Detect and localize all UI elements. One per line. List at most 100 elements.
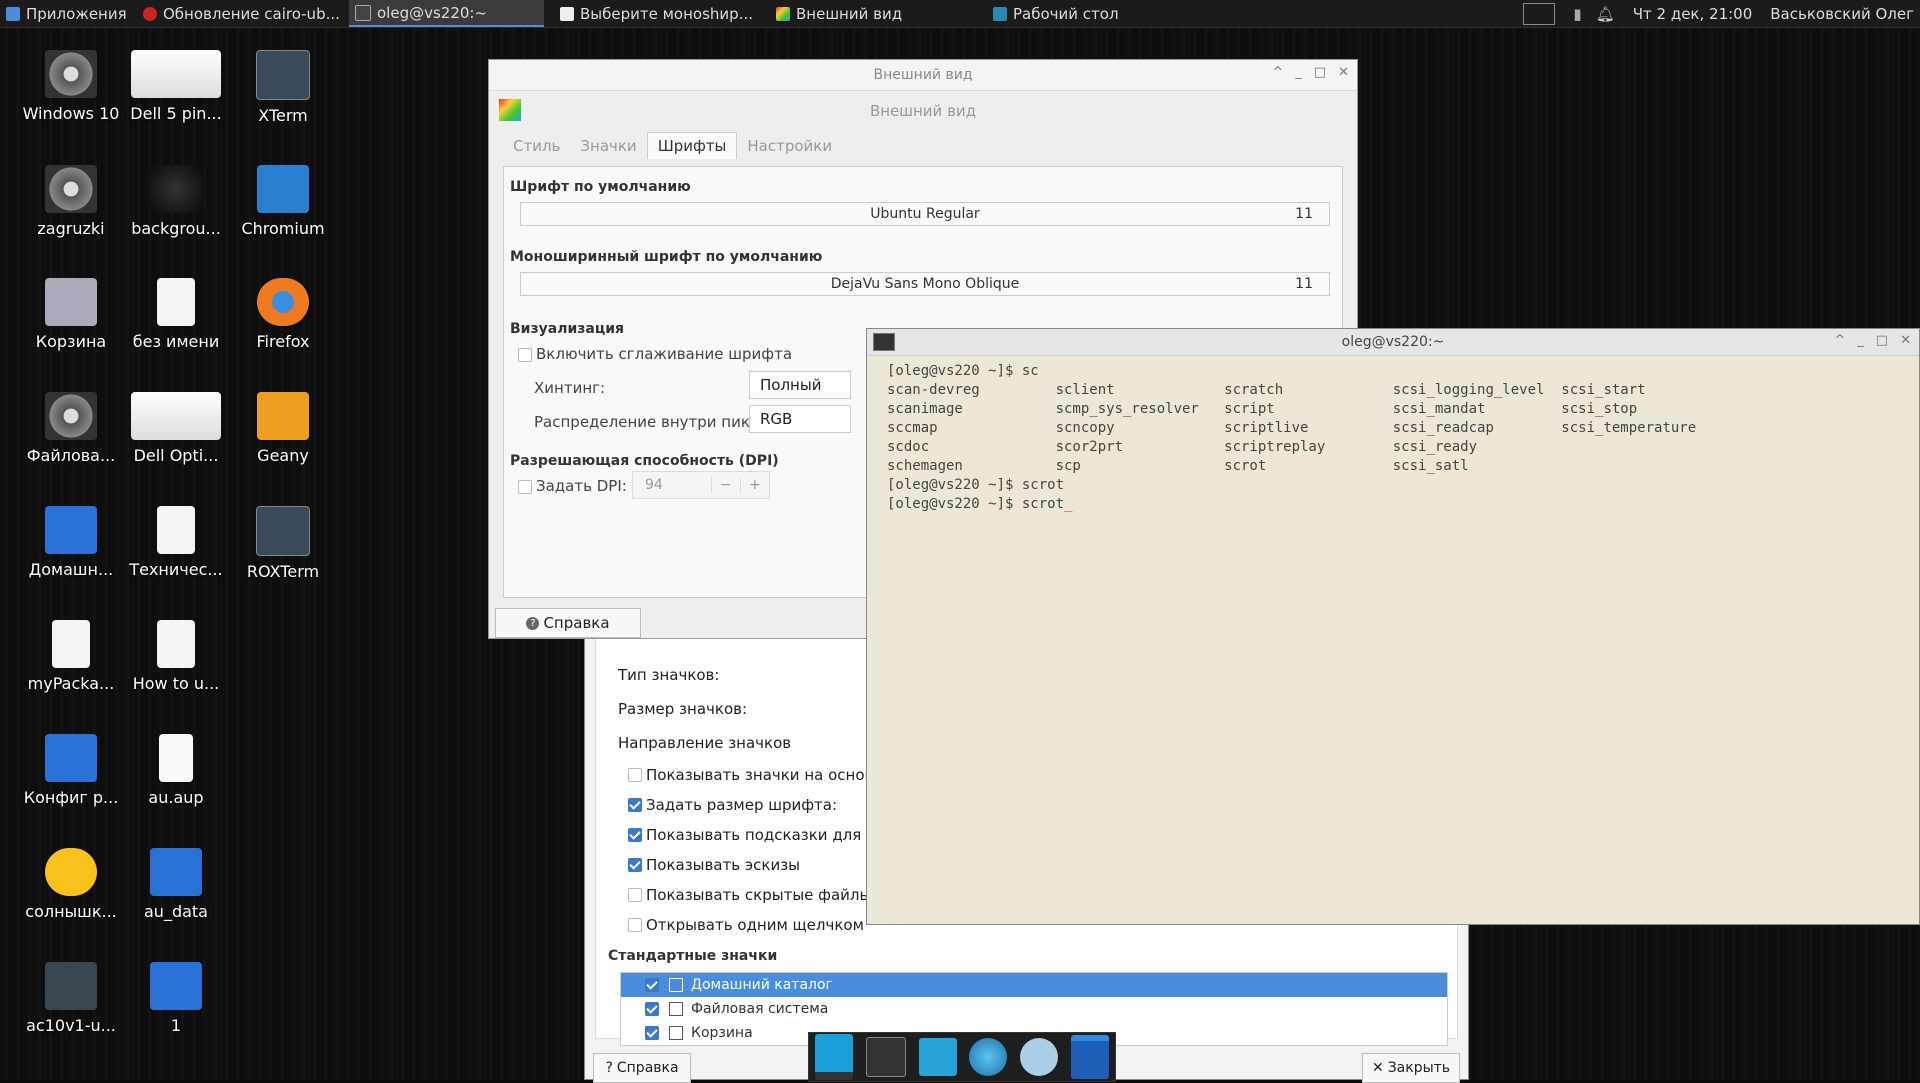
terminal-close-button[interactable]: ✕ [1900, 333, 1911, 348]
appearance-icon [776, 6, 790, 21]
applications-menu[interactable]: Приложения [0, 0, 137, 27]
desktop-icon-label: au.aup [148, 788, 204, 807]
search-icon[interactable] [1019, 1038, 1058, 1076]
desktop-icon-2[interactable]: XTerm [228, 50, 338, 125]
appearance-help-button[interactable]: ? Справка [495, 608, 641, 638]
desktop-close-button[interactable]: ✕ Закрыть [1362, 1053, 1460, 1083]
task-desktop[interactable]: Рабочий стол [977, 0, 1194, 27]
desktop-icon-5[interactable]: Chromium [228, 165, 338, 238]
desktop-icon-8[interactable]: Firefox [228, 278, 338, 351]
terminal-titlebar[interactable]: oleg@vs220:~ ^ _ □ ✕ [867, 329, 1919, 356]
checkbox-label: Показывать подсказки для знач [646, 826, 902, 844]
task-terminal[interactable]: oleg@vs220:~ [349, 0, 544, 27]
desktop-icon-13[interactable]: Техничес... [121, 506, 231, 579]
desktop-icon-18[interactable]: au.aup [121, 734, 231, 807]
desktop-check-3[interactable]: Показывать эскизы [628, 850, 902, 880]
close-button[interactable]: ✕ [1338, 65, 1349, 80]
terminal-shade-button[interactable]: ^ [1834, 333, 1845, 348]
terminal-maximize-button[interactable]: □ [1876, 333, 1888, 348]
checkbox-icon[interactable] [645, 978, 659, 992]
maximize-button[interactable]: □ [1314, 65, 1326, 80]
desktop-icon-1[interactable]: Dell 5 pin... [121, 50, 231, 123]
standard-icon-label: Корзина [691, 1025, 753, 1041]
desktop-icon-9[interactable]: Файлова... [16, 392, 126, 465]
top-panel: Приложения Обновление cairo-ub... oleg@v… [0, 0, 1920, 28]
task-appearance[interactable]: Внешний вид [766, 0, 977, 27]
subpixel-select[interactable]: RGB [749, 405, 851, 433]
dpi-increase-button[interactable]: + [739, 477, 769, 493]
workspace-switcher-icon[interactable] [1523, 2, 1556, 25]
show-desktop-icon[interactable] [815, 1034, 854, 1080]
icon-type-label: Тип значков: [618, 666, 720, 684]
standard-icon-row-0[interactable]: Домашний каталог [621, 973, 1447, 997]
hinting-select[interactable]: Полный [749, 371, 851, 399]
desktop-check-0[interactable]: Показывать значки на основно [628, 760, 902, 790]
desktop-icon-3[interactable]: zagruzki [16, 165, 126, 238]
task-select-mono[interactable]: Выберите моноshир... [544, 0, 766, 27]
checkbox-icon [628, 828, 642, 842]
checkbox-icon[interactable] [645, 1002, 659, 1016]
web-browser-icon[interactable] [969, 1038, 1008, 1076]
tab-fonts[interactable]: Шрифты [646, 132, 738, 159]
chromium-icon [257, 165, 309, 213]
desktop-icon-7[interactable]: без имени [121, 278, 231, 351]
desktop-icon-10[interactable]: Dell Opti... [121, 392, 231, 465]
mono-font-button[interactable]: DejaVu Sans Mono Oblique 11 [520, 272, 1330, 296]
tab-settings[interactable]: Настройки [737, 133, 842, 159]
desktop-icon-12[interactable]: Домашн... [16, 506, 126, 579]
desktop-icon-0[interactable]: Windows 10 [16, 50, 126, 123]
desktop-icon-16[interactable]: How to u... [121, 620, 231, 693]
appearance-header: Внешний вид [489, 91, 1357, 131]
desktop-check-5[interactable]: Открывать одним щелчком [628, 910, 902, 940]
desktop-icon-15[interactable]: myPacka... [16, 620, 126, 693]
terminal-output[interactable]: [oleg@vs220 ~]$ sc scan-devreg sclient sc… [867, 356, 1919, 520]
default-font-button[interactable]: Ubuntu Regular 11 [520, 202, 1330, 226]
desktop-icon-20[interactable]: au_data [121, 848, 231, 921]
tab-icons[interactable]: Значки [570, 133, 646, 159]
dialog-icon [560, 6, 574, 21]
mono-font-heading: Моноширинный шрифт по умолчанию [510, 249, 823, 265]
terminal-icon [256, 506, 310, 556]
user-name[interactable]: Васьковский Олег [1770, 5, 1914, 23]
desktop-check-4[interactable]: Показывать скрытые файлы на [628, 880, 902, 910]
browser-icon [143, 6, 157, 21]
terminal-minimize-button[interactable]: _ [1857, 333, 1864, 348]
desktop-check-1[interactable]: Задать размер шрифта: [628, 790, 902, 820]
desktop-icon-label: без имени [132, 332, 220, 351]
folder-launcher-icon[interactable] [1070, 1035, 1109, 1079]
desktop-icon-14[interactable]: ROXTerm [228, 506, 338, 581]
antialias-checkbox[interactable]: Включить сглаживание шрифта [518, 345, 792, 363]
desktop-icon-6[interactable]: Корзина [16, 278, 126, 351]
desktop-icon-11[interactable]: Geany [228, 392, 338, 465]
tab-style[interactable]: Стиль [503, 133, 570, 159]
desktop-icon-19[interactable]: солнышк... [16, 848, 126, 921]
terminal-window[interactable]: oleg@vs220:~ ^ _ □ ✕ [oleg@vs220 ~]$ sc s… [866, 328, 1920, 925]
desktop-icon-22[interactable]: 1 [121, 962, 231, 1035]
shade-button[interactable]: ^ [1272, 65, 1283, 80]
checkbox-icon[interactable] [645, 1026, 659, 1040]
desktop-check-2[interactable]: Показывать подсказки для знач [628, 820, 902, 850]
battery-icon[interactable]: ▮ [1573, 5, 1581, 23]
terminal-icon [256, 50, 310, 100]
folder-icon [150, 848, 202, 896]
clock[interactable]: Чт 2 дек, 21:00 [1633, 5, 1753, 23]
standard-icons-heading: Стандартные значки [608, 948, 778, 964]
task-cairo-update[interactable]: Обновление cairo-ub... [137, 0, 349, 27]
desktop-icon-label: Dell Opti... [133, 446, 219, 465]
standard-icon-row-1[interactable]: Файловая система [621, 997, 1447, 1021]
desktop-icon-21[interactable]: ac10v1-u... [16, 962, 126, 1035]
desktop-icon-17[interactable]: Конфиг р... [16, 734, 126, 807]
checkbox-icon [628, 858, 642, 872]
desktop-help-button[interactable]: ? Справка [593, 1053, 691, 1083]
file-manager-icon[interactable] [918, 1038, 957, 1076]
appearance-titlebar[interactable]: Внешний вид ^ _ □ ✕ [489, 60, 1357, 91]
terminal-icon [355, 4, 371, 21]
dpi-decrease-button[interactable]: − [710, 477, 740, 493]
desktop-icon-4[interactable]: backgrou... [121, 165, 231, 238]
notification-bell-icon[interactable]: 🔔︎ [1596, 5, 1615, 23]
set-dpi-checkbox[interactable]: Задать DPI: [518, 477, 627, 495]
terminal-launcher-icon[interactable] [865, 1037, 906, 1077]
geany-icon [257, 392, 309, 440]
minimize-button[interactable]: _ [1295, 65, 1302, 80]
dpi-spinner[interactable]: 94 − + [632, 471, 770, 499]
